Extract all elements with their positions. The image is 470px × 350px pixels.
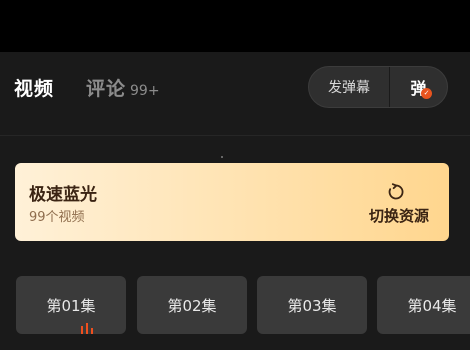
tab-video[interactable]: 视频	[14, 74, 54, 101]
switch-source-label: 切换资源	[368, 207, 429, 225]
source-card[interactable]: 极速蓝光 99个视频 切换资源	[15, 163, 449, 241]
tab-video-label: 视频	[14, 78, 55, 100]
divider-dot	[221, 156, 223, 158]
comment-count: 99+	[130, 83, 160, 99]
tab-comment-label: 评论	[86, 78, 127, 100]
episode-label: 第04集	[407, 296, 457, 315]
episode-button[interactable]: 第01集	[16, 276, 126, 334]
switch-source-button[interactable]: 切换资源	[361, 182, 437, 228]
video-player-area[interactable]	[0, 0, 470, 52]
episode-label: 第02集	[167, 296, 217, 315]
episode-button[interactable]: 第04集	[377, 276, 470, 334]
check-badge-icon: ✓	[421, 88, 432, 99]
video-detail-page: 视频 评论 99+ 发弹幕 弹 ✓ 极速蓝光 99个视频 切换资源 第01集 第…	[0, 0, 470, 350]
episode-label: 第03集	[287, 296, 337, 315]
episode-button[interactable]: 第03集	[257, 276, 367, 334]
episode-label: 第01集	[46, 296, 96, 315]
refresh-icon	[388, 183, 404, 200]
source-title: 极速蓝光	[29, 185, 97, 205]
episode-list: 第01集 第02集 第03集 第04集	[0, 276, 470, 350]
send-danmaku-button[interactable]: 发弹幕	[309, 77, 389, 97]
playing-bars-icon	[81, 323, 93, 334]
danmaku-controls: 发弹幕 弹 ✓	[308, 66, 448, 108]
tab-comment[interactable]: 评论 99+	[86, 74, 160, 101]
episode-button[interactable]: 第02集	[137, 276, 247, 334]
source-video-count: 99个视频	[29, 210, 85, 225]
danmaku-toggle-button[interactable]: 弹 ✓	[390, 67, 447, 107]
